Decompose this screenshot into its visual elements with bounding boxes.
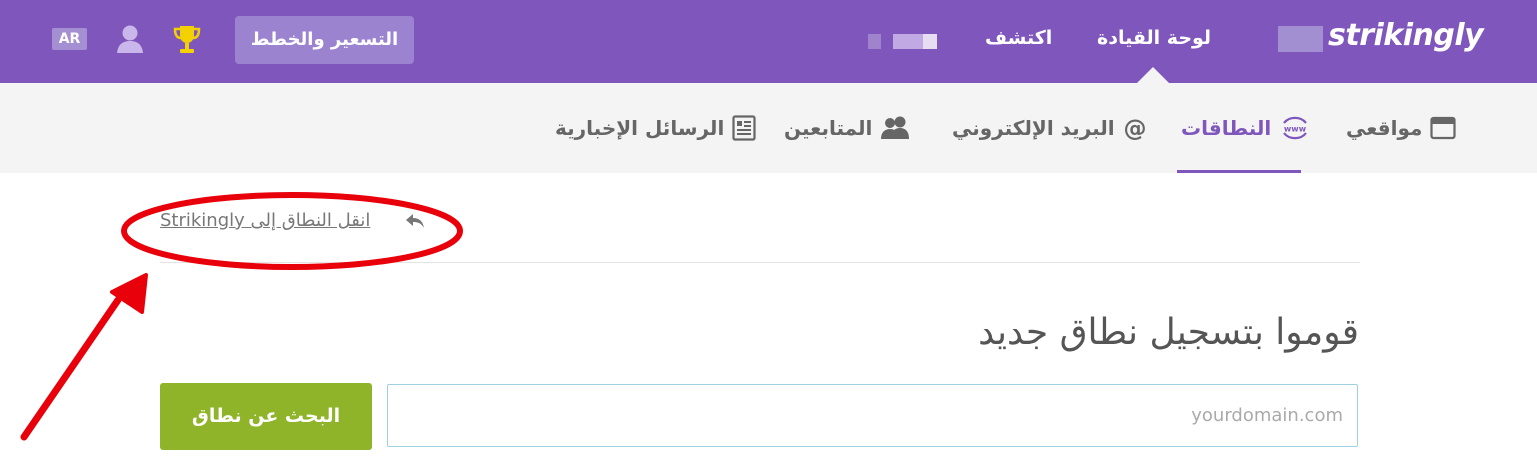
section-divider bbox=[160, 262, 1360, 263]
domain-search-input[interactable] bbox=[387, 384, 1358, 447]
blurred-account-block bbox=[868, 34, 881, 49]
blurred-account-block bbox=[923, 34, 937, 49]
tab-newsletters[interactable]: الرسائل الإخبارية bbox=[555, 83, 756, 173]
annotation-ellipse bbox=[121, 192, 463, 270]
annotation-arrow-head bbox=[110, 273, 148, 314]
strikingly-logo[interactable]: strikingly bbox=[1328, 18, 1484, 53]
tab-label: النطاقات bbox=[1181, 116, 1272, 140]
tab-email[interactable]: @ البريد الإلكتروني bbox=[952, 83, 1147, 173]
page-heading: قوموا بتسجيل نطاق جديد bbox=[978, 312, 1359, 353]
blurred-account-block bbox=[893, 34, 923, 49]
nav-discover[interactable]: اكتشف bbox=[985, 27, 1052, 49]
active-nav-caret bbox=[1137, 67, 1169, 83]
tab-followers[interactable]: المتابعين bbox=[784, 83, 910, 173]
tab-domains[interactable]: www النطاقات bbox=[1181, 83, 1311, 173]
language-switch[interactable]: AR bbox=[52, 28, 87, 50]
tab-label: المتابعين bbox=[784, 116, 873, 140]
active-tab-indicator bbox=[1177, 170, 1301, 173]
users-icon bbox=[881, 116, 910, 139]
tab-label: الرسائل الإخبارية bbox=[555, 116, 725, 140]
svg-text:www: www bbox=[1284, 125, 1307, 134]
transfer-domain-link[interactable]: انقل النطاق إلى Strikingly bbox=[160, 210, 370, 231]
www-icon: www bbox=[1283, 116, 1308, 140]
browser-window-icon bbox=[1430, 116, 1457, 140]
nav-dashboard[interactable]: لوحة القيادة bbox=[1097, 27, 1211, 49]
search-domain-button[interactable]: البحث عن نطاق bbox=[160, 383, 372, 450]
newsletter-icon bbox=[732, 115, 756, 141]
pricing-plans-button[interactable]: التسعير والخطط bbox=[235, 16, 414, 64]
user-icon[interactable] bbox=[115, 23, 145, 55]
tab-my-sites[interactable]: مواقعي bbox=[1346, 83, 1457, 173]
annotation-arrow-line bbox=[20, 296, 122, 441]
reply-arrow-icon bbox=[406, 214, 424, 228]
logo-mark bbox=[1278, 26, 1323, 52]
svg-text:@: @ bbox=[1123, 116, 1146, 140]
tab-label: البريد الإلكتروني bbox=[952, 116, 1115, 140]
trophy-icon[interactable] bbox=[172, 23, 202, 55]
at-sign-icon: @ bbox=[1123, 116, 1146, 140]
section-tabs: مواقعي www النطاقات @ البريد الإلكتروني … bbox=[0, 83, 1537, 173]
top-navbar: AR التسعير والخطط اكتشف لوحة القيادة str… bbox=[0, 0, 1537, 83]
tab-label: مواقعي bbox=[1346, 116, 1423, 140]
